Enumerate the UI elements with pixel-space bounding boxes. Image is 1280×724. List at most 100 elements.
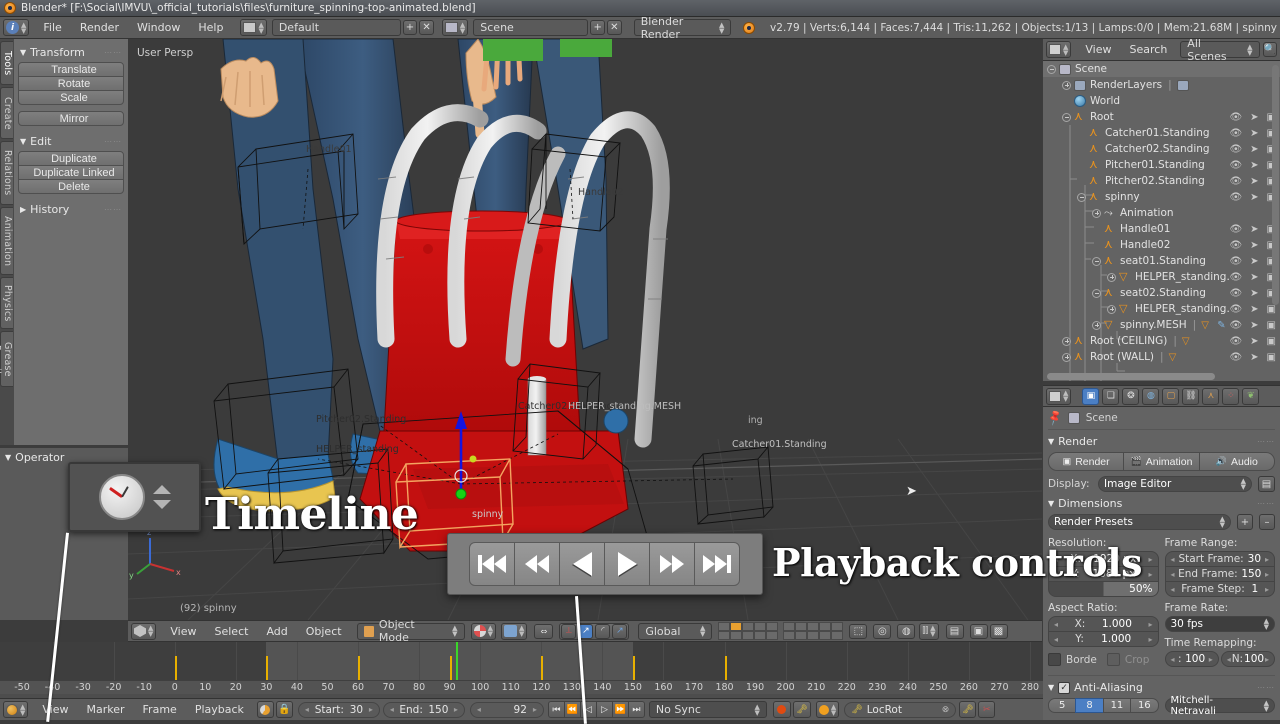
timeline-menu-playback[interactable]: Playback [186, 701, 253, 718]
timeline-keyframe-marker[interactable] [632, 656, 635, 680]
expander-closed-icon[interactable] [1062, 352, 1071, 362]
snap-during-transform-button[interactable]: ⇔ [534, 623, 554, 639]
border-checkbox[interactable] [1048, 653, 1061, 666]
zoomed-play-reverse-button[interactable] [559, 542, 605, 586]
outliner-row-helper-standing[interactable]: ▽ HELPER_standing.👁 ➤ ▣ [1043, 301, 1280, 317]
resolution-percentage-slider[interactable]: 50% [1048, 581, 1159, 597]
cursor-select-icon[interactable]: ➤ [1250, 352, 1258, 363]
layer-selector[interactable] [718, 622, 844, 640]
editor-type-properties-button[interactable]: ▲ ▼ [1046, 387, 1072, 405]
editor-type-3dview-button[interactable]: ▲ ▼ [131, 622, 157, 640]
add-scene-button[interactable]: + [590, 20, 606, 35]
properties-tab-scene[interactable]: ❂ [1122, 387, 1140, 405]
translate-manipulator-button[interactable]: ↗ [578, 623, 594, 639]
resolution-y-field[interactable]: ◂ Y: 1080 px ▸ [1048, 566, 1159, 582]
panel-header-transform[interactable]: ▼ Transform ⋯⋯ [18, 43, 124, 62]
outliner-row-seat02-standing[interactable]: ⋏seat02.Standing👁➤▣ [1043, 285, 1280, 301]
manipulator-toggle-button[interactable]: ⟂ [561, 623, 577, 639]
outliner-row-pitcher02-standing[interactable]: ⋏Pitcher02.Standing👁➤▣ [1043, 173, 1280, 189]
jump-to-end-button[interactable]: ⏭ [627, 701, 645, 718]
timeline-keyframe-marker[interactable] [541, 656, 544, 680]
render-engine-selector[interactable]: Blender Render ▲ ▼ [633, 15, 732, 41]
remove-preset-button[interactable]: – [1259, 514, 1275, 530]
properties-tab-render[interactable]: ▣ [1082, 387, 1100, 405]
render-opengl-button[interactable]: ◍ [897, 623, 916, 639]
viewport-menu-add[interactable]: Add [257, 623, 296, 640]
proportional-edit-button[interactable]: ◎ [873, 623, 892, 639]
crop-checkbox[interactable] [1106, 653, 1120, 666]
expander-open-icon[interactable] [1047, 64, 1056, 74]
outliner-row-catcher02-standing[interactable]: ⋏Catcher02.Standing👁➤▣ [1043, 141, 1280, 157]
properties-tab-object[interactable]: ▢ [1162, 387, 1180, 405]
zoomed-jump-to-start-button[interactable] [469, 542, 515, 586]
outliner-row-seat01-standing[interactable]: ⋏seat01.Standing👁➤▣ [1043, 253, 1280, 269]
frame-step-field[interactable]: ◂ Frame Step: 1 ▸ [1164, 581, 1275, 597]
outliner-display-mode-selector[interactable]: All Scenes ▲ ▼ [1180, 37, 1260, 63]
interaction-mode-selector[interactable]: Object Mode ▲ ▼ [356, 618, 465, 644]
texture-paint-button[interactable]: ▤ [945, 623, 964, 639]
timeline-menu-view[interactable]: View [33, 701, 77, 718]
pin-icon[interactable]: 📌 [1046, 408, 1064, 426]
rotate-manipulator-button[interactable]: ◜ [595, 623, 611, 639]
outliner-menu-view[interactable]: View [1076, 41, 1120, 58]
outliner-horizontal-scrollbar[interactable] [1047, 373, 1215, 380]
sync-mode-selector[interactable]: No Sync ▲ ▼ [648, 701, 767, 718]
expander-closed-icon[interactable] [1062, 80, 1071, 90]
eye-icon[interactable]: 👁 [1229, 192, 1242, 203]
outliner-row-animation[interactable]: ⤳ Animation [1043, 205, 1280, 221]
outliner-tree[interactable]: Scene RenderLayers | World ⋏ Root 👁 ➤ ▣ ⋏ Catcher0… [1043, 61, 1280, 381]
keying-mode-button[interactable]: ▲ ▼ [815, 701, 840, 718]
zoomed-play-button[interactable] [604, 542, 650, 586]
duplicate-button[interactable]: Duplicate [18, 151, 124, 166]
screen-layout-icon-button[interactable]: ▲ ▼ [240, 19, 267, 36]
editor-type-timeline-button[interactable]: ▲ ▼ [3, 701, 29, 718]
material-icon[interactable]: ✎ [1217, 320, 1225, 331]
transform-orientation-selector[interactable]: Global ▲ ▼ [638, 622, 713, 640]
viewport-menu-select[interactable]: Select [206, 623, 258, 640]
outliner-row-root[interactable]: ⋏Root👁➤▣ [1043, 109, 1280, 125]
outliner-row-catcher01-standing[interactable]: ⋏Catcher01.Standing👁➤▣ [1043, 125, 1280, 141]
insert-keyframe-button[interactable]: 🗝 [959, 701, 977, 718]
cursor-select-icon[interactable]: ➤ [1250, 192, 1258, 203]
scale-manipulator-button[interactable]: ↗ [612, 623, 628, 639]
timeline-keyframe-marker[interactable] [724, 656, 727, 680]
expander-closed-icon[interactable] [1107, 304, 1116, 314]
properties-tab-particles[interactable]: ❦ [1242, 387, 1260, 405]
render-presets-selector[interactable]: Render Presets ▲ ▼ [1048, 514, 1231, 530]
end-frame-field[interactable]: ◂ End Frame: 150 ▸ [1164, 566, 1275, 582]
mesh-data-icon[interactable]: ▽ [1182, 336, 1193, 347]
camera-render-icon[interactable]: ▣ [1267, 304, 1276, 315]
use-preview-range-button[interactable] [256, 701, 274, 718]
timeline-playhead[interactable] [455, 642, 458, 680]
section-header-antialiasing[interactable]: ▼ ✓ Anti-Aliasing ⋯⋯ [1048, 675, 1275, 694]
mirror-button[interactable]: Mirror [18, 111, 124, 126]
cursor-select-icon[interactable]: ➤ [1250, 144, 1258, 155]
end-frame-field[interactable]: ◂ End: 150 ▸ [382, 701, 465, 718]
panel-header-history[interactable]: ▶ History ⋯⋯ [18, 200, 124, 219]
outliner-row-spinny-mesh[interactable]: ▽ spinny.MESH | ▽ ✎ 👁 ➤ ▣ [1043, 317, 1280, 333]
translate-button[interactable]: Translate [18, 62, 124, 77]
camera-render-icon[interactable]: ▣ [1267, 336, 1276, 347]
section-header-render[interactable]: ▼ Render ⋯⋯ [1048, 435, 1275, 448]
eye-icon[interactable]: 👁 [1229, 288, 1242, 299]
cursor-select-icon[interactable]: ➤ [1250, 160, 1258, 171]
expander-closed-icon[interactable] [1107, 272, 1116, 282]
scale-button[interactable]: Scale [18, 90, 124, 105]
outliner-row-scene[interactable]: Scene [1043, 61, 1280, 77]
menu-file[interactable]: File [34, 19, 70, 36]
menu-help[interactable]: Help [189, 19, 232, 36]
antialiasing-checkbox[interactable]: ✓ [1058, 681, 1071, 694]
keying-set-active-button[interactable]: 🗝 [792, 701, 811, 718]
play-button[interactable]: ▷ [595, 701, 613, 718]
eye-icon[interactable]: 👁 [1229, 272, 1242, 283]
expander-closed-icon[interactable] [1062, 336, 1071, 346]
lock-range-button[interactable]: 🔒 [275, 701, 293, 718]
scene-icon-button[interactable]: ▲ ▼ [441, 19, 469, 36]
expander-open-icon[interactable] [1062, 112, 1071, 122]
cursor-select-icon[interactable]: ➤ [1250, 176, 1258, 187]
resolution-x-field[interactable]: ◂ X: 1920 px ▸ [1048, 551, 1159, 567]
outliner-row-root-wall[interactable]: ⋏ Root (WALL) | ▽ 👁 ➤ ▣ [1043, 349, 1280, 365]
eye-icon[interactable]: 👁 [1229, 320, 1242, 331]
aa-samples-8-button[interactable]: 8 [1075, 698, 1104, 713]
outliner-row-handle02[interactable]: ⋏Handle02👁➤▣ [1043, 237, 1280, 253]
